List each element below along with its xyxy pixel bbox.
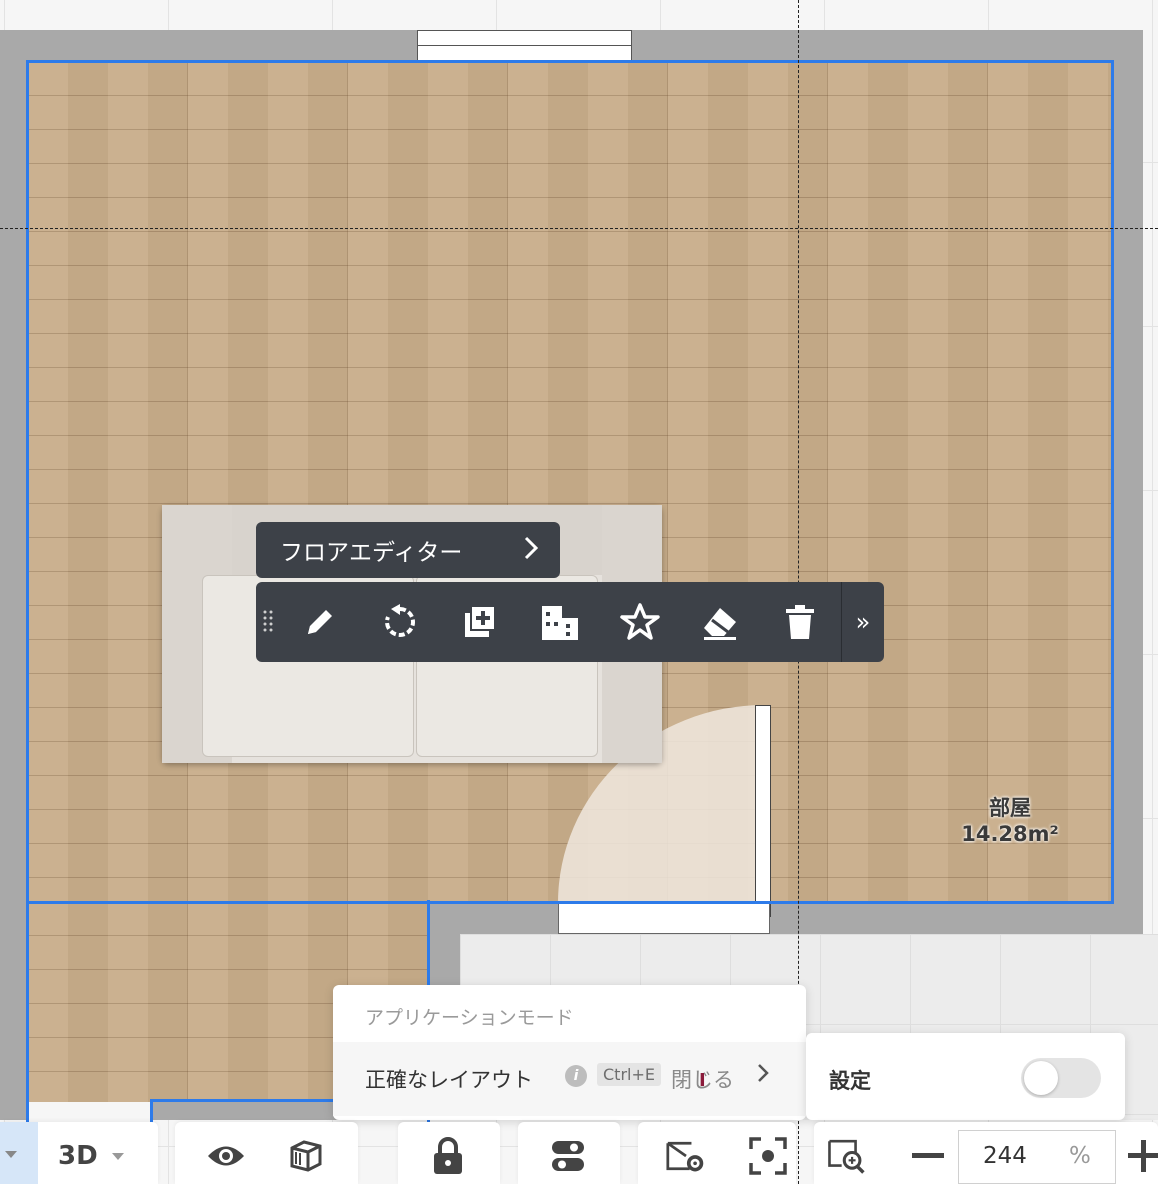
window-pane-line: [418, 45, 631, 46]
wall-left[interactable]: [0, 30, 28, 1120]
wall-right[interactable]: [1112, 30, 1143, 934]
favorite-icon[interactable]: [618, 600, 662, 644]
eye-icon[interactable]: [206, 1136, 246, 1176]
zoom-unit: %: [1069, 1143, 1091, 1169]
info-icon[interactable]: i: [565, 1065, 587, 1087]
room-label[interactable]: 部屋 14.28m²: [940, 795, 1080, 847]
view-mode-label: 3D: [58, 1141, 98, 1171]
more-button[interactable]: »: [841, 582, 884, 662]
chevron-down-icon: [111, 1152, 124, 1160]
settings-label: 設定: [829, 1069, 871, 1093]
drag-handle-icon[interactable]: [262, 608, 274, 636]
edit-icon[interactable]: [298, 600, 342, 644]
chevron-right-icon[interactable]: [757, 1062, 769, 1090]
shortcut-badge: Ctrl+E: [597, 1063, 661, 1086]
zoom-value: 244: [983, 1143, 1027, 1169]
rotate-icon[interactable]: [378, 600, 422, 644]
more-label: »: [855, 608, 871, 636]
mode-row[interactable]: 正確なレイアウト i Ctrl+E 閉じる: [333, 1042, 806, 1116]
door-opening[interactable]: [558, 902, 770, 934]
material-icon[interactable]: [538, 600, 582, 644]
toggle-knob: [1024, 1061, 1058, 1095]
zoom-input[interactable]: 244 %: [958, 1130, 1116, 1184]
floor-editor-label: フロアエディター: [280, 540, 463, 566]
guide-line-horizontal: [0, 228, 1158, 229]
zoom-search-icon[interactable]: [826, 1136, 866, 1176]
camera-settings-icon[interactable]: [666, 1136, 706, 1176]
object-toolbar: »: [256, 582, 884, 662]
room-floor[interactable]: [28, 62, 1112, 902]
box-icon[interactable]: [286, 1136, 326, 1176]
minus-icon[interactable]: [908, 1136, 948, 1176]
plus-icon[interactable]: [1124, 1136, 1158, 1176]
window[interactable]: [417, 30, 632, 62]
room-area: 14.28m²: [961, 822, 1059, 846]
room-name: 部屋: [989, 796, 1031, 820]
eraser-icon[interactable]: [698, 600, 742, 644]
text-cursor-icon: I: [699, 1070, 706, 1091]
settings-toggle[interactable]: [1021, 1058, 1101, 1098]
toggle-icon[interactable]: [548, 1136, 588, 1176]
trash-icon[interactable]: [778, 600, 822, 644]
visibility-group: [175, 1122, 358, 1184]
focus-icon[interactable]: [748, 1136, 788, 1176]
duplicate-icon[interactable]: [458, 600, 502, 644]
view-mode-selector[interactable]: 3D: [58, 1141, 125, 1171]
lock-icon[interactable]: [428, 1136, 468, 1176]
floor-editor-button[interactable]: フロアエディター: [256, 522, 560, 578]
application-mode-popup: アプリケーションモード 正確なレイアウト i Ctrl+E 閉じる: [333, 985, 806, 1120]
door-leaf[interactable]: [755, 705, 771, 917]
settings-panel: 設定: [806, 1033, 1125, 1120]
wall-bottom-right[interactable]: [428, 902, 1143, 934]
view-dropdown-left[interactable]: [0, 1122, 38, 1184]
chevron-right-icon: [524, 536, 539, 566]
popup-header: アプリケーションモード: [365, 1007, 574, 1029]
mode-label: 正確なレイアウト: [365, 1068, 533, 1092]
